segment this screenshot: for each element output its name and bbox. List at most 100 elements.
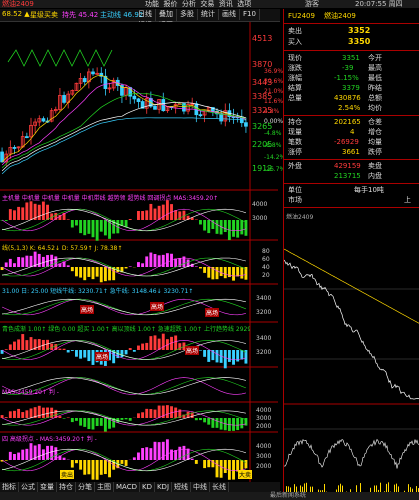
- menu-item[interactable]: 交易: [200, 0, 214, 8]
- axis-tick: 3400: [256, 295, 272, 302]
- quote-row: 涨幅 -1.15% 最低: [288, 74, 382, 82]
- tab-macd[interactable]: MACD: [114, 482, 140, 492]
- tab-long[interactable]: 长线: [210, 482, 230, 492]
- signal-chip: 高场: [185, 346, 200, 355]
- pct-tick: 11.6%: [264, 98, 284, 105]
- tab-mid[interactable]: 中线: [191, 482, 211, 492]
- quote-row: 213715 内盘: [334, 172, 382, 180]
- multi-button[interactable]: 多股: [177, 9, 198, 20]
- sub2-label: 线(5,1,3) K: 64.52↓ D: 57.59↑ J: 78.38↑: [2, 245, 123, 252]
- axis-tick: 2000: [256, 423, 272, 430]
- tab-kdj[interactable]: KDJ: [155, 482, 173, 492]
- quote-row: 2.54% 均价: [338, 104, 382, 112]
- bid-price: 3350: [348, 37, 371, 46]
- axis-tick: 40: [262, 264, 270, 271]
- sub5-axis: 4000 3000 2000: [256, 407, 271, 431]
- tab-position[interactable]: 持仓: [57, 482, 76, 492]
- bid-label: 买入: [288, 38, 302, 46]
- sub6-label: 四 高级拐点 - MAS:3459.20↑ 判 -: [2, 436, 97, 443]
- tab-indicator[interactable]: 指标: [0, 482, 19, 492]
- axis-tick: 4000: [252, 201, 268, 208]
- pct-tick: 36.9%: [264, 68, 284, 75]
- user-label: 游客: [305, 0, 319, 8]
- market-row: 市场上: [288, 196, 411, 204]
- quote-header: FU2409 燃油2409: [284, 11, 419, 21]
- quote-row: 持仓 202165 仓差: [288, 118, 382, 126]
- tab-kd[interactable]: KD: [140, 482, 155, 492]
- ask-row: 卖出 3352: [284, 26, 419, 37]
- clock: 20:07:55 周四: [355, 0, 403, 8]
- axis-tick: 4000: [256, 443, 272, 450]
- axis-tick: 4513: [252, 34, 273, 43]
- sub6-axis: 4000 3000 2000: [256, 442, 271, 472]
- axis-tick: 3000: [256, 415, 272, 422]
- draw-button[interactable]: 画线: [219, 9, 240, 20]
- axis-tick: 3200: [256, 349, 272, 356]
- signal-chip: 高场: [150, 302, 165, 311]
- daily-button[interactable]: 日线: [135, 9, 156, 20]
- sub5-label: MAS:3459.20↑ 判 -: [2, 389, 59, 396]
- axis-tick: 2000: [256, 463, 272, 470]
- indicator-2: 持先 45.42: [62, 11, 99, 19]
- axis-tick: 3400: [256, 335, 272, 342]
- sub1-label: 主机量 中机量 中机量 中机量 中机带线 越势领 超势线 回调拐点 MAS:34…: [2, 195, 219, 202]
- pct-tick: 30.6%: [264, 78, 284, 85]
- quote-panel: FU2409 燃油2409 卖出 3352 买入 3350 现价 3351 今开 涨…: [283, 9, 419, 500]
- title-bar: 燃油2409 功能 报价 分析 交易 资讯 选项 20:07:55 周四 游客: [0, 0, 419, 8]
- sub3-label: 31.00 日: 25.00 短线牛线: 3230.71↑ 急牛线: 3148.…: [2, 288, 194, 295]
- bid-row: 买入 3350: [284, 37, 419, 48]
- menu-item[interactable]: 功能: [145, 0, 159, 8]
- tab-ticks[interactable]: 分笔: [76, 482, 95, 492]
- axis-tick: 4000: [256, 407, 272, 414]
- kline-svg: [0, 22, 278, 482]
- menu-item[interactable]: 分析: [182, 0, 196, 8]
- indicator-top: 68.52 ▲: [2, 10, 30, 18]
- unit-row: 单位 每手10吨: [288, 186, 384, 194]
- sub2-axis: 80 60 40 20: [262, 248, 270, 280]
- tab-variable[interactable]: 变量: [38, 482, 57, 492]
- ask-price: 3352: [348, 26, 371, 35]
- axis-tick: 3000: [252, 215, 268, 222]
- f10-button[interactable]: F10: [240, 9, 260, 20]
- axis-tick: 3200: [256, 309, 272, 316]
- menu-item[interactable]: 资讯: [219, 0, 233, 8]
- pct-tick: 4.8%: [264, 108, 280, 115]
- stats-button[interactable]: 统计: [198, 9, 219, 20]
- sub4-axis: 3400 3200: [256, 332, 271, 360]
- quote-row: 笔数 -26929 均量: [288, 138, 382, 146]
- menu-bar[interactable]: 功能 报价 分析 交易 资讯 选项: [145, 0, 251, 8]
- tab-formula[interactable]: 公式: [19, 482, 38, 492]
- sub1-axis: 4000 3000: [252, 198, 267, 226]
- toolbar: 68.52 ▲ 星级买卖 持先 45.42 主动线 46.92 日线 叠加 多股 统计…: [0, 9, 280, 31]
- quote-row: 涨跌 -39 最高: [288, 64, 382, 72]
- quote-row: 结算 3379 昨结: [288, 84, 382, 92]
- tab-main-chart[interactable]: 主图: [95, 482, 114, 492]
- axis-tick: 20: [262, 272, 270, 279]
- pct-tick: -8.8%: [264, 142, 282, 149]
- axis-tick: 80: [262, 248, 270, 255]
- menu-item[interactable]: 报价: [163, 0, 177, 8]
- overlay-button[interactable]: 叠加: [156, 9, 177, 20]
- tab-short[interactable]: 短线: [172, 482, 192, 492]
- quote-name: 燃油2409: [324, 12, 356, 20]
- quote-row: 涨停 3661 跌停: [288, 148, 382, 156]
- quote-row: 现价 3351 今开: [288, 54, 382, 62]
- kline-chart-area[interactable]: 4513 3870 3443 3385 3325 3265 2205 1912 …: [0, 22, 285, 482]
- status-text: 最后新闻系统: [270, 492, 307, 499]
- signal-chip: 卖出: [60, 470, 75, 479]
- menu-item[interactable]: 选项: [237, 0, 251, 8]
- quote-row: 现量 4 增仓: [288, 128, 382, 136]
- bottom-tabs: 指标 公式 变量 持仓 分笔 主图 MACD KD KDJ 短线 中线 长线: [0, 482, 280, 492]
- sub4-label: 青色成渐 1.00↑ 绿色 0.00 超买 1.00↑ 高以顶线 1.00↑ 急…: [2, 326, 250, 333]
- signal-chip: 大卖: [238, 470, 253, 479]
- signal-chip: 高场: [95, 352, 110, 361]
- indicator-1: 星级买卖: [30, 11, 58, 19]
- pct-tick: 21.0%: [264, 88, 284, 95]
- quote-row: 总量 430876 总额: [288, 94, 382, 102]
- signal-chip: 高场: [205, 308, 220, 317]
- window-title: 燃油2409: [2, 0, 34, 8]
- ask-label: 卖出: [288, 27, 302, 35]
- mini-tick-chart: [284, 219, 419, 500]
- status-bar: 最后新闻系统: [0, 492, 419, 500]
- quote-row: 外盘 429159 卖盘: [288, 162, 382, 170]
